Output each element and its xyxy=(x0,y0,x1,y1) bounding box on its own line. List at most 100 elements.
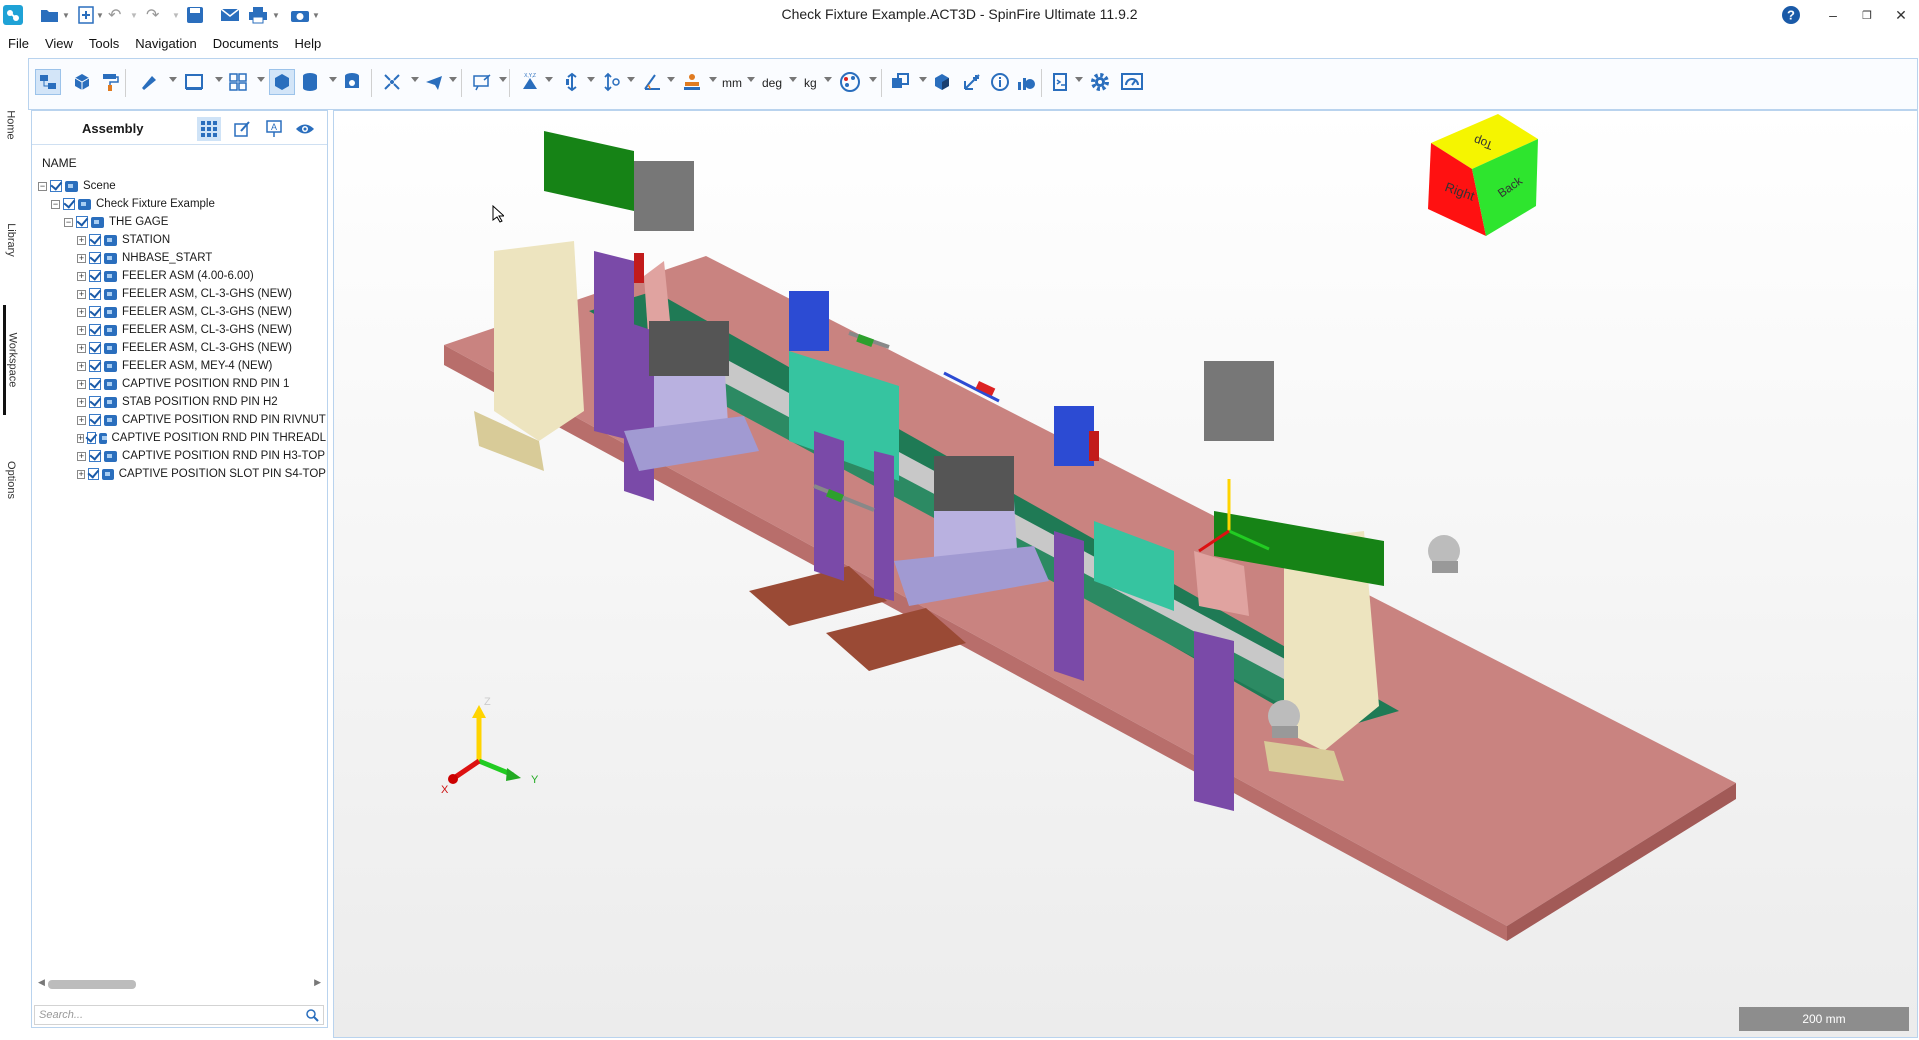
expand-toggle-icon[interactable]: + xyxy=(77,253,86,263)
tree-node[interactable]: + CAPTIVE POSITION RND PIN 1 xyxy=(36,375,326,393)
analysis-button[interactable] xyxy=(929,69,955,95)
settings-button[interactable] xyxy=(1087,69,1113,95)
save-button[interactable] xyxy=(186,4,204,26)
measure-angle-dropdown[interactable] xyxy=(667,77,675,82)
side-tab-workspace[interactable]: Workspace xyxy=(3,305,19,415)
length-unit[interactable]: mm xyxy=(722,76,742,90)
side-tab-options[interactable]: Options xyxy=(3,425,19,535)
side-tab-library[interactable]: Library xyxy=(3,190,19,290)
open-dropdown[interactable]: ▼ xyxy=(62,4,70,26)
undo-dropdown[interactable]: ▼ xyxy=(130,4,138,26)
measure-xyz-button[interactable]: X,Y,Z xyxy=(517,69,543,95)
visibility-checkbox[interactable] xyxy=(63,198,75,210)
expand-toggle-icon[interactable]: + xyxy=(77,325,86,335)
tree-node[interactable]: + FEELER ASM, CL-3-GHS (NEW) xyxy=(36,321,326,339)
menu-file[interactable]: File xyxy=(0,36,37,51)
tree-node[interactable]: − THE GAGE xyxy=(36,213,326,231)
expand-toggle-icon[interactable]: + xyxy=(77,451,86,461)
length-unit-dropdown[interactable] xyxy=(747,77,755,82)
mass-unit[interactable]: kg xyxy=(804,76,817,90)
fly-dropdown[interactable] xyxy=(449,77,457,82)
side-tab-home[interactable]: Home xyxy=(3,85,19,165)
visibility-checkbox[interactable] xyxy=(89,234,101,246)
minimize-button[interactable]: – xyxy=(1818,4,1848,26)
cylinder-button[interactable] xyxy=(297,69,323,95)
tree-node[interactable]: − Check Fixture Example xyxy=(36,195,326,213)
camera-dropdown[interactable]: ▼ xyxy=(312,4,320,26)
open-folder-button[interactable] xyxy=(40,4,60,26)
collapse-toggle-icon[interactable]: − xyxy=(51,199,60,209)
scrollbar-thumb[interactable] xyxy=(48,980,136,989)
mass-unit-dropdown[interactable] xyxy=(824,77,832,82)
email-button[interactable] xyxy=(220,4,240,26)
menu-navigation[interactable]: Navigation xyxy=(127,36,204,51)
menu-view[interactable]: View xyxy=(37,36,81,51)
select-tool-button[interactable] xyxy=(35,69,61,95)
info-button[interactable] xyxy=(987,69,1013,95)
new-button[interactable] xyxy=(78,4,94,26)
fit-all-dropdown[interactable] xyxy=(411,77,419,82)
explode-dropdown[interactable] xyxy=(169,77,177,82)
visibility-checkbox[interactable] xyxy=(89,306,101,318)
single-view-dropdown[interactable] xyxy=(215,77,223,82)
expand-toggle-icon[interactable]: + xyxy=(77,379,86,389)
camera-button[interactable] xyxy=(290,4,310,26)
expand-toggle-icon[interactable]: + xyxy=(77,433,85,443)
menu-documents[interactable]: Documents xyxy=(205,36,287,51)
visibility-checkbox[interactable] xyxy=(89,378,101,390)
menu-help[interactable]: Help xyxy=(286,36,329,51)
visibility-checkbox[interactable] xyxy=(89,414,101,426)
visibility-checkbox[interactable] xyxy=(89,450,101,462)
tree-node[interactable]: + FEELER ASM (4.00-6.00) xyxy=(36,267,326,285)
measure-xyz-dropdown[interactable] xyxy=(545,77,553,82)
multi-view-dropdown[interactable] xyxy=(257,77,265,82)
angle-unit[interactable]: deg xyxy=(762,76,782,90)
script-dropdown[interactable] xyxy=(1075,77,1083,82)
visibility-checkbox[interactable] xyxy=(89,252,101,264)
expand-toggle-icon[interactable]: + xyxy=(77,343,86,353)
script-button[interactable] xyxy=(1047,69,1073,95)
material-button[interactable] xyxy=(837,69,863,95)
print-button[interactable] xyxy=(248,4,268,26)
visibility-checkbox[interactable] xyxy=(89,360,101,372)
expand-toggle-icon[interactable]: + xyxy=(77,361,86,371)
markup-dropdown[interactable] xyxy=(499,77,507,82)
compare-dropdown[interactable] xyxy=(919,77,927,82)
measure-mass-button[interactable] xyxy=(679,69,705,95)
fly-button[interactable] xyxy=(421,69,447,95)
tree-node[interactable]: + STAB POSITION RND PIN H2 xyxy=(36,393,326,411)
tree-node[interactable]: + CAPTIVE POSITION RND PIN RIVNUT xyxy=(36,411,326,429)
edit-notes-button[interactable] xyxy=(230,117,254,141)
compare-button[interactable] xyxy=(887,69,913,95)
tree-node[interactable]: + FEELER ASM, CL-3-GHS (NEW) xyxy=(36,339,326,357)
measure-mass-dropdown[interactable] xyxy=(709,77,717,82)
scroll-left-icon[interactable]: ◀ xyxy=(38,977,45,988)
new-dropdown[interactable]: ▼ xyxy=(96,4,104,26)
redo-dropdown[interactable]: ▼ xyxy=(172,4,180,26)
fit-all-button[interactable] xyxy=(379,69,405,95)
visibility-checkbox[interactable] xyxy=(88,468,100,480)
explode-button[interactable] xyxy=(135,69,161,95)
tree-node[interactable]: + FEELER ASM, CL-3-GHS (NEW) xyxy=(36,303,326,321)
collapse-toggle-icon[interactable]: − xyxy=(38,181,47,191)
view-cube[interactable]: Top Right Back xyxy=(1426,111,1546,241)
part-tool-button[interactable] xyxy=(69,69,95,95)
measure-distance-dropdown[interactable] xyxy=(587,77,595,82)
tree-node[interactable]: + STATION xyxy=(36,231,326,249)
measure-height-dropdown[interactable] xyxy=(627,77,635,82)
expand-toggle-icon[interactable]: + xyxy=(77,271,86,281)
material-dropdown[interactable] xyxy=(869,77,877,82)
single-view-button[interactable] xyxy=(181,69,207,95)
tree-view-button[interactable] xyxy=(197,117,221,141)
visibility-checkbox[interactable] xyxy=(89,270,101,282)
visibility-checkbox[interactable] xyxy=(76,216,88,228)
expand-toggle-icon[interactable]: + xyxy=(77,307,86,317)
visibility-checkbox[interactable] xyxy=(50,180,62,192)
expand-toggle-icon[interactable]: + xyxy=(77,415,86,425)
tree-node[interactable]: + CAPTIVE POSITION RND PIN H3-TOP xyxy=(36,447,326,465)
measure-angle-button[interactable] xyxy=(639,69,665,95)
close-button[interactable]: ✕ xyxy=(1886,4,1916,26)
cylinder-dropdown[interactable] xyxy=(329,77,337,82)
print-dropdown[interactable]: ▼ xyxy=(272,4,280,26)
visibility-button[interactable] xyxy=(293,117,317,141)
